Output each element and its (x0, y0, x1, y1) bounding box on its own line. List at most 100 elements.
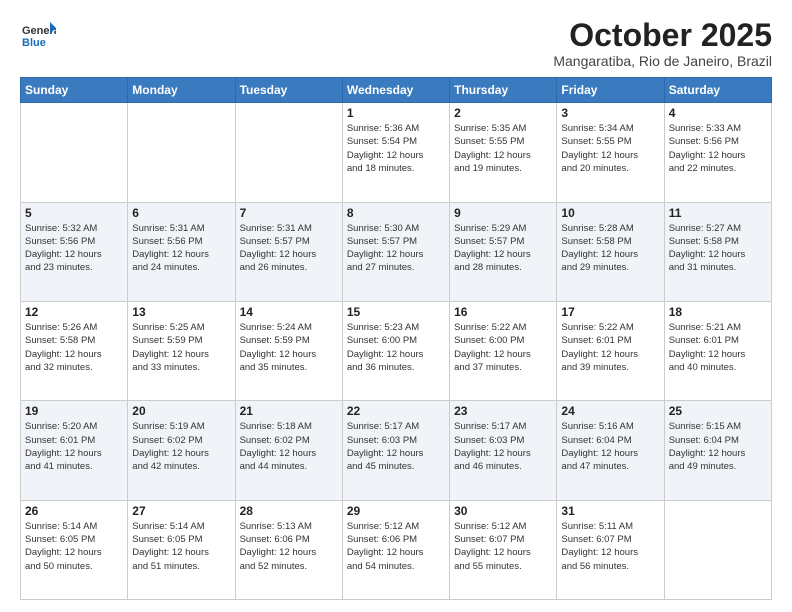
svg-text:Blue: Blue (22, 37, 46, 49)
table-row: 6 Sunrise: 5:31 AM Sunset: 5:56 PM Daylig… (128, 202, 235, 301)
table-row: 13 Sunrise: 5:25 AM Sunset: 5:59 PM Dayli… (128, 301, 235, 400)
table-row: 1Sunrise: 5:36 AM Sunset: 5:54 PM Daylig… (342, 103, 449, 202)
day-number: 5 (25, 206, 123, 220)
day-info: Sunrise: 5:35 AM Sunset: 5:55 PM Dayligh… (454, 122, 552, 175)
day-info: Sunrise: 5:33 AM Sunset: 5:56 PM Dayligh… (669, 122, 767, 175)
calendar-week-row: 19 Sunrise: 5:20 AM Sunset: 6:01 PM Dayli… (21, 401, 772, 500)
day-info: Sunrise: 5:25 AM Sunset: 5:59 PM Dayligh… (132, 321, 230, 374)
day-info: Sunrise: 5:32 AM Sunset: 5:56 PM Dayligh… (25, 222, 123, 275)
day-number: 12 (25, 305, 123, 319)
day-info: Sunrise: 5:17 AM Sunset: 6:03 PM Dayligh… (347, 420, 445, 473)
day-info: Sunrise: 5:22 AM Sunset: 6:00 PM Dayligh… (454, 321, 552, 374)
day-info: Sunrise: 5:29 AM Sunset: 5:57 PM Dayligh… (454, 222, 552, 275)
day-info: Sunrise: 5:13 AM Sunset: 6:06 PM Dayligh… (240, 520, 338, 573)
table-row: 30 Sunrise: 5:12 AM Sunset: 6:07 PM Dayli… (450, 500, 557, 599)
table-row: 29 Sunrise: 5:12 AM Sunset: 6:06 PM Dayli… (342, 500, 449, 599)
table-row: 8 Sunrise: 5:30 AM Sunset: 5:57 PM Daylig… (342, 202, 449, 301)
day-info: Sunrise: 5:31 AM Sunset: 5:57 PM Dayligh… (240, 222, 338, 275)
day-number: 26 (25, 504, 123, 518)
day-number: 30 (454, 504, 552, 518)
logo: General Blue (20, 18, 56, 59)
table-row: 23Sunrise: 5:17 AM Sunset: 6:03 PM Dayli… (450, 401, 557, 500)
day-info: Sunrise: 5:21 AM Sunset: 6:01 PM Dayligh… (669, 321, 767, 374)
day-number: 7 (240, 206, 338, 220)
day-info: Sunrise: 5:24 AM Sunset: 5:59 PM Dayligh… (240, 321, 338, 374)
table-row: 19 Sunrise: 5:20 AM Sunset: 6:01 PM Dayli… (21, 401, 128, 500)
table-row: 17 Sunrise: 5:22 AM Sunset: 6:01 PM Dayli… (557, 301, 664, 400)
day-info: Sunrise: 5:26 AM Sunset: 5:58 PM Dayligh… (25, 321, 123, 374)
day-number: 2 (454, 106, 552, 120)
day-info: Sunrise: 5:16 AM Sunset: 6:04 PM Dayligh… (561, 420, 659, 473)
table-row: 15Sunrise: 5:23 AM Sunset: 6:00 PM Dayli… (342, 301, 449, 400)
calendar-week-row: 5 Sunrise: 5:32 AM Sunset: 5:56 PM Daylig… (21, 202, 772, 301)
day-info: Sunrise: 5:14 AM Sunset: 6:05 PM Dayligh… (25, 520, 123, 573)
day-number: 8 (347, 206, 445, 220)
day-info: Sunrise: 5:14 AM Sunset: 6:05 PM Dayligh… (132, 520, 230, 573)
day-number: 31 (561, 504, 659, 518)
day-number: 3 (561, 106, 659, 120)
table-row (21, 103, 128, 202)
table-row: 25Sunrise: 5:15 AM Sunset: 6:04 PM Dayli… (664, 401, 771, 500)
day-number: 16 (454, 305, 552, 319)
day-number: 14 (240, 305, 338, 319)
table-row: 16 Sunrise: 5:22 AM Sunset: 6:00 PM Dayli… (450, 301, 557, 400)
table-row: 14 Sunrise: 5:24 AM Sunset: 5:59 PM Dayli… (235, 301, 342, 400)
header-saturday: Saturday (664, 78, 771, 103)
day-number: 17 (561, 305, 659, 319)
day-info: Sunrise: 5:22 AM Sunset: 6:01 PM Dayligh… (561, 321, 659, 374)
day-number: 10 (561, 206, 659, 220)
day-number: 22 (347, 404, 445, 418)
table-row (128, 103, 235, 202)
logo-icon: General Blue (20, 18, 56, 54)
month-title: October 2025 (553, 18, 772, 53)
day-number: 18 (669, 305, 767, 319)
header-tuesday: Tuesday (235, 78, 342, 103)
calendar-week-row: 1Sunrise: 5:36 AM Sunset: 5:54 PM Daylig… (21, 103, 772, 202)
table-row: 11Sunrise: 5:27 AM Sunset: 5:58 PM Dayli… (664, 202, 771, 301)
day-info: Sunrise: 5:11 AM Sunset: 6:07 PM Dayligh… (561, 520, 659, 573)
day-number: 6 (132, 206, 230, 220)
day-info: Sunrise: 5:20 AM Sunset: 6:01 PM Dayligh… (25, 420, 123, 473)
day-number: 19 (25, 404, 123, 418)
table-row: 3 Sunrise: 5:34 AM Sunset: 5:55 PM Daylig… (557, 103, 664, 202)
day-info: Sunrise: 5:12 AM Sunset: 6:06 PM Dayligh… (347, 520, 445, 573)
day-info: Sunrise: 5:36 AM Sunset: 5:54 PM Dayligh… (347, 122, 445, 175)
table-row: 27Sunrise: 5:14 AM Sunset: 6:05 PM Dayli… (128, 500, 235, 599)
table-row (664, 500, 771, 599)
calendar-week-row: 26 Sunrise: 5:14 AM Sunset: 6:05 PM Dayli… (21, 500, 772, 599)
day-info: Sunrise: 5:12 AM Sunset: 6:07 PM Dayligh… (454, 520, 552, 573)
table-row: 2 Sunrise: 5:35 AM Sunset: 5:55 PM Daylig… (450, 103, 557, 202)
day-info: Sunrise: 5:30 AM Sunset: 5:57 PM Dayligh… (347, 222, 445, 275)
day-info: Sunrise: 5:15 AM Sunset: 6:04 PM Dayligh… (669, 420, 767, 473)
day-info: Sunrise: 5:17 AM Sunset: 6:03 PM Dayligh… (454, 420, 552, 473)
day-number: 29 (347, 504, 445, 518)
day-number: 28 (240, 504, 338, 518)
header-sunday: Sunday (21, 78, 128, 103)
day-number: 4 (669, 106, 767, 120)
table-row: 12 Sunrise: 5:26 AM Sunset: 5:58 PM Dayli… (21, 301, 128, 400)
day-number: 15 (347, 305, 445, 319)
table-row: 22 Sunrise: 5:17 AM Sunset: 6:03 PM Dayli… (342, 401, 449, 500)
day-info: Sunrise: 5:34 AM Sunset: 5:55 PM Dayligh… (561, 122, 659, 175)
page: General Blue October 2025 Mangaratiba, R… (0, 0, 792, 612)
header-friday: Friday (557, 78, 664, 103)
table-row: 21Sunrise: 5:18 AM Sunset: 6:02 PM Dayli… (235, 401, 342, 500)
header-wednesday: Wednesday (342, 78, 449, 103)
day-number: 13 (132, 305, 230, 319)
table-row: 18 Sunrise: 5:21 AM Sunset: 6:01 PM Dayli… (664, 301, 771, 400)
day-info: Sunrise: 5:31 AM Sunset: 5:56 PM Dayligh… (132, 222, 230, 275)
day-number: 21 (240, 404, 338, 418)
day-info: Sunrise: 5:19 AM Sunset: 6:02 PM Dayligh… (132, 420, 230, 473)
table-row: 4 Sunrise: 5:33 AM Sunset: 5:56 PM Daylig… (664, 103, 771, 202)
table-row: 26 Sunrise: 5:14 AM Sunset: 6:05 PM Dayli… (21, 500, 128, 599)
days-header-row: Sunday Monday Tuesday Wednesday Thursday… (21, 78, 772, 103)
table-row: 9 Sunrise: 5:29 AM Sunset: 5:57 PM Daylig… (450, 202, 557, 301)
day-number: 20 (132, 404, 230, 418)
day-number: 9 (454, 206, 552, 220)
table-row: 24Sunrise: 5:16 AM Sunset: 6:04 PM Dayli… (557, 401, 664, 500)
table-row: 5 Sunrise: 5:32 AM Sunset: 5:56 PM Daylig… (21, 202, 128, 301)
calendar-table: Sunday Monday Tuesday Wednesday Thursday… (20, 77, 772, 600)
table-row: 10Sunrise: 5:28 AM Sunset: 5:58 PM Dayli… (557, 202, 664, 301)
table-row (235, 103, 342, 202)
header: General Blue October 2025 Mangaratiba, R… (20, 18, 772, 69)
